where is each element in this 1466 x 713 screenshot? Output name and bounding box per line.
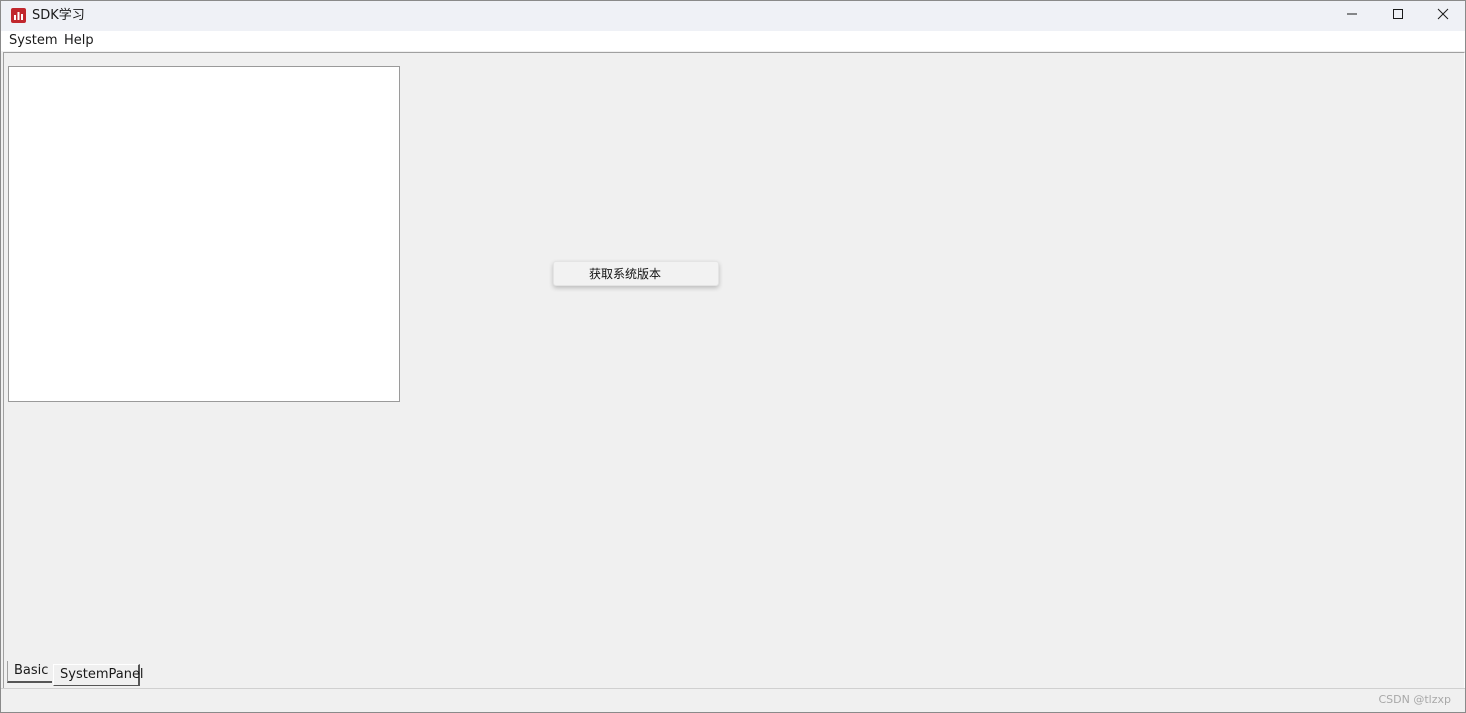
menu-help[interactable]: Help	[64, 33, 94, 49]
maximize-button[interactable]	[1375, 1, 1421, 31]
minimize-button[interactable]	[1329, 1, 1375, 31]
get-system-version-button[interactable]: 获取系统版本	[553, 261, 719, 286]
close-icon	[1437, 8, 1449, 24]
output-list-box[interactable]	[8, 66, 400, 402]
menu-system[interactable]: System	[9, 33, 57, 49]
window-title: SDK学习	[32, 8, 85, 23]
app-window: SDK学习 System Help 获取系统版本 Basic SystemPan…	[0, 0, 1466, 713]
tab-basic[interactable]: Basic	[7, 661, 52, 683]
get-system-version-label: 获取系统版本	[588, 267, 661, 281]
close-button[interactable]	[1420, 1, 1465, 31]
title-bar[interactable]: SDK学习	[1, 1, 1465, 31]
status-bar: CSDN @tlzxp	[1, 688, 1465, 712]
app-chart-icon	[11, 8, 26, 23]
maximize-icon	[1392, 8, 1404, 24]
minimize-icon	[1346, 8, 1358, 24]
tab-systempanel[interactable]: SystemPanel	[53, 664, 144, 686]
client-area: 获取系统版本	[3, 52, 1465, 688]
menu-bar: System Help	[1, 31, 1465, 51]
watermark-text: CSDN @tlzxp	[1378, 693, 1452, 706]
